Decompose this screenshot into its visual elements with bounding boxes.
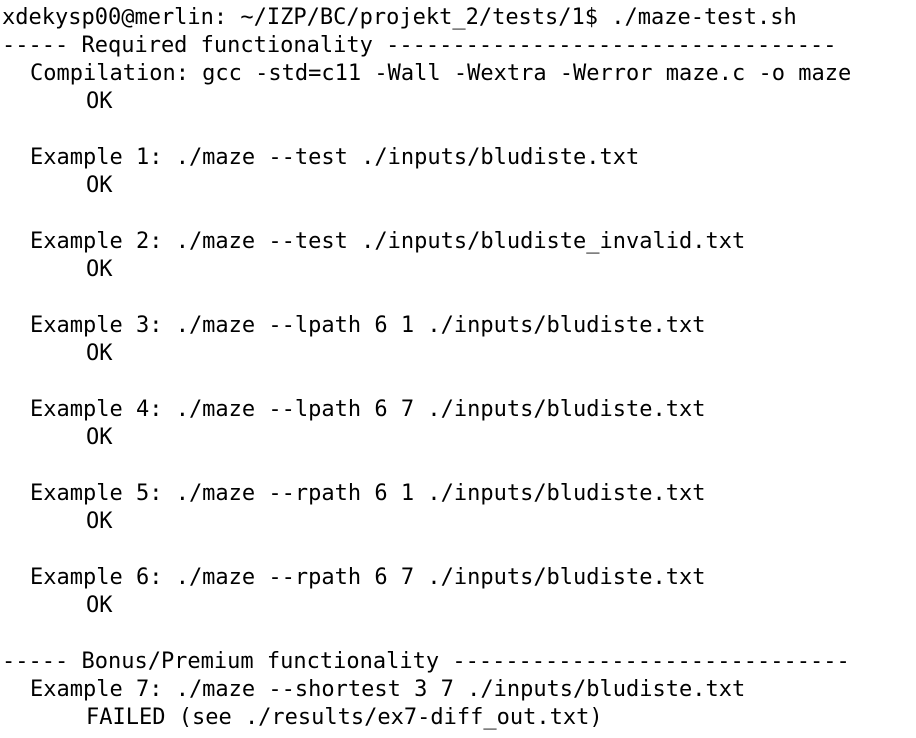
- example-6-command: Example 6: ./maze --rpath 6 7 ./inputs/b…: [30, 565, 706, 590]
- example-5-result: OK: [86, 509, 113, 534]
- example-3-command: Example 3: ./maze --lpath 6 1 ./inputs/b…: [30, 313, 706, 338]
- shell-prompt-line: xdekysp00@merlin: ~/IZP/BC/projekt_2/tes…: [2, 5, 797, 30]
- required-section-header: ----- Required functionality -----------…: [2, 33, 837, 58]
- example-1-command: Example 1: ./maze --test ./inputs/bludis…: [30, 145, 640, 170]
- example-2-result: OK: [86, 257, 113, 282]
- bonus-section-header: ----- Bonus/Premium functionality ------…: [2, 649, 850, 674]
- example-6-result: OK: [86, 593, 113, 618]
- terminal-window[interactable]: xdekysp00@merlin: ~/IZP/BC/projekt_2/tes…: [0, 0, 916, 738]
- example-5-command: Example 5: ./maze --rpath 6 1 ./inputs/b…: [30, 481, 706, 506]
- example-4-result: OK: [86, 425, 113, 450]
- example-4-command: Example 4: ./maze --lpath 6 7 ./inputs/b…: [30, 397, 706, 422]
- example-3-result: OK: [86, 341, 113, 366]
- example-1-result: OK: [86, 173, 113, 198]
- example-2-command: Example 2: ./maze --test ./inputs/bludis…: [30, 229, 746, 254]
- example-7-result: FAILED (see ./results/ex7-diff_out.txt): [86, 705, 603, 730]
- compilation-command: Compilation: gcc -std=c11 -Wall -Wextra …: [30, 61, 852, 86]
- compilation-result: OK: [86, 89, 113, 114]
- example-7-command: Example 7: ./maze --shortest 3 7 ./input…: [30, 677, 746, 702]
